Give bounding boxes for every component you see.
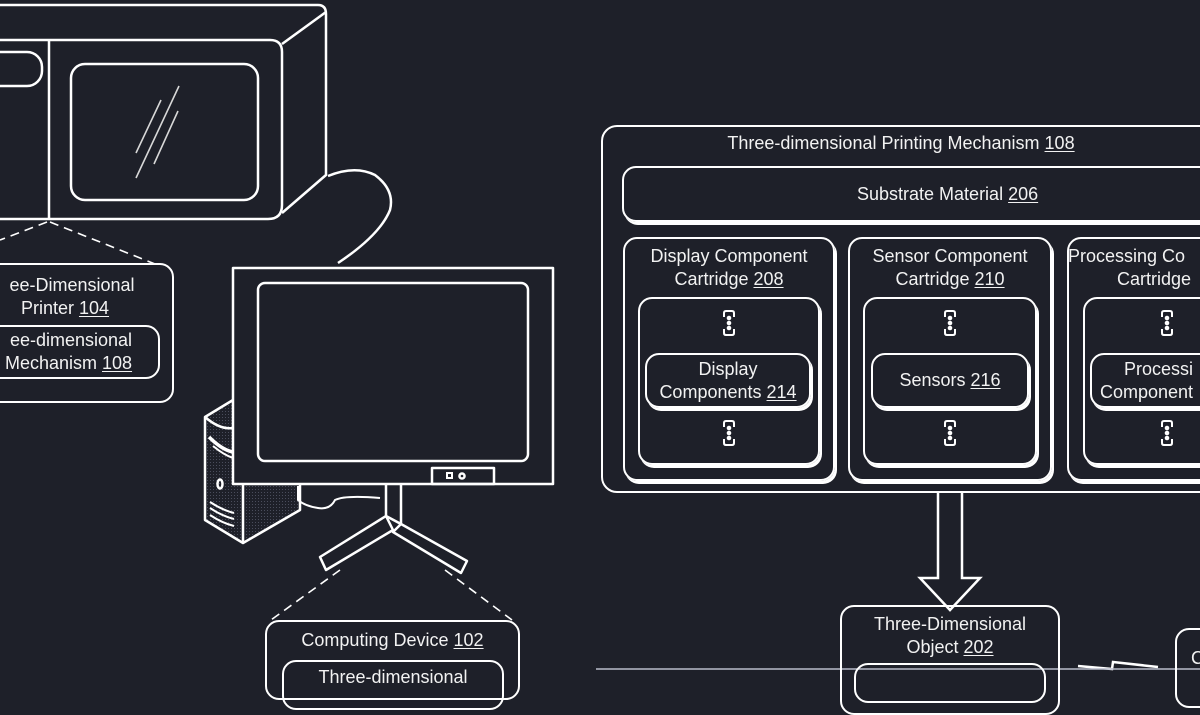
printer-callout-title: ee-Dimensional <box>0 274 172 297</box>
object-inner-box <box>854 663 1046 703</box>
printer-callout-leaders <box>0 221 156 265</box>
display-components-ref: 214 <box>766 381 797 402</box>
vertical-ellipsis-icon <box>721 309 737 337</box>
display-components-line2: Components 214 <box>659 381 796 404</box>
printer-ref-number: 104 <box>78 298 110 318</box>
sensor-cartridge-ref: 210 <box>974 269 1005 289</box>
printer-callout-box: ee-Dimensional Printer 104 ee-dimensiona… <box>0 263 174 403</box>
sensors-label-text: Sensors <box>899 370 966 390</box>
display-components-line1: Display <box>698 358 758 379</box>
vertical-ellipsis-icon <box>942 419 958 447</box>
processing-cartridge-line1: Processing Co <box>1068 246 1186 266</box>
sensors-label: Sensors 216 <box>899 369 1000 392</box>
substrate-label: Substrate Material 206 <box>624 183 1200 206</box>
printer-callout-title-line2: Printer 104 <box>0 297 172 320</box>
printer-side-edge <box>281 10 327 46</box>
computing-device-callout-box: Computing Device 102 Three-dimensional <box>265 620 520 710</box>
substrate-material-box: Substrate Material 206 <box>622 166 1200 222</box>
printing-mechanism-box: Three-dimensional Printing Mechanism 108… <box>601 125 1200 493</box>
object-line2-text: Object <box>906 637 959 657</box>
display-cartridge-line1: Display Component <box>650 246 808 266</box>
display-components-box: Display Components 214 <box>645 353 811 408</box>
display-cartridge-ref: 208 <box>753 269 784 289</box>
substrate-ref: 206 <box>1008 183 1039 204</box>
sensor-cartridge-line2-text: Cartridge <box>895 269 970 289</box>
processing-components-box: Processi Component <box>1090 353 1200 408</box>
sensors-box: Sensors 216 <box>871 353 1029 408</box>
substrate-label-text: Substrate Material <box>857 183 1004 204</box>
sensor-cartridge-line1: Sensor Component <box>872 246 1028 266</box>
printer-cable <box>327 169 393 265</box>
monitor-screen <box>256 281 530 463</box>
printer-title-line1: ee-Dimensional <box>9 275 135 295</box>
partial-right-box: C <box>1175 628 1200 708</box>
processing-components-line2: Component <box>1100 381 1194 402</box>
vertical-ellipsis-icon <box>1159 419 1175 447</box>
vertical-ellipsis-icon <box>942 309 958 337</box>
processing-components-line1: Processi <box>1124 358 1194 379</box>
printer-mechanism-ref: 108 <box>102 353 133 373</box>
display-components-line2-text: Components <box>659 381 762 402</box>
printer-window <box>69 62 260 202</box>
printer-display-slot <box>0 50 44 88</box>
display-component-cartridge: Display Component Cartridge 208 Display … <box>623 237 835 481</box>
display-cartridge-line2: Cartridge 208 <box>625 268 833 291</box>
partial-right-box-label: C <box>1191 648 1200 668</box>
printer-title-line2: Printer <box>20 298 74 318</box>
vertical-ellipsis-icon <box>1159 309 1175 337</box>
computing-device-title: Computing Device 102 <box>267 629 518 652</box>
sensors-ref: 216 <box>970 370 1001 390</box>
three-dimensional-object-box: Three-Dimensional Object 202 <box>840 605 1060 715</box>
printer-mechanism-inner-box: ee-dimensional g Mechanism 108 <box>0 325 160 379</box>
computing-device-callout-leaders <box>270 569 513 621</box>
display-component-holder: Display Components 214 <box>638 297 820 465</box>
vertical-ellipsis-icon <box>721 419 737 447</box>
computing-device-inner-box: Three-dimensional <box>282 660 504 710</box>
processing-cartridge-line2: Cartridge <box>1117 269 1192 289</box>
printer-mechanism-text-2: g Mechanism <box>0 353 97 373</box>
sensor-cartridge-line2: Cartridge 210 <box>850 268 1050 291</box>
computing-device-ref: 102 <box>453 630 484 650</box>
processing-component-holder: Processi Component <box>1083 297 1200 465</box>
printer-mechanism-line1: ee-dimensional <box>0 329 132 352</box>
object-line1: Three-Dimensional <box>873 614 1027 634</box>
sensor-component-cartridge: Sensor Component Cartridge 210 Sensors 2… <box>848 237 1052 481</box>
printer-mechanism-text-1: ee-dimensional <box>9 330 133 350</box>
printer-illustration <box>0 3 328 221</box>
printing-mechanism-title-text: Three-dimensional Printing Mechanism <box>727 133 1040 153</box>
computing-device-inner-text: Three-dimensional <box>318 667 468 687</box>
object-ref: 202 <box>963 637 994 657</box>
computing-device-title-text: Computing Device <box>301 630 449 650</box>
printer-window-glare-icon <box>135 85 180 179</box>
wireless-link-icon <box>1077 660 1159 671</box>
printer-mechanism-line2: g Mechanism 108 <box>0 352 132 375</box>
display-cartridge-line2-text: Cartridge <box>674 269 749 289</box>
patent-diagram: ee-Dimensional Printer 104 ee-dimensiona… <box>0 0 1200 715</box>
sensor-component-holder: Sensors 216 <box>863 297 1037 465</box>
down-arrow-icon <box>917 491 983 612</box>
processing-component-cartridge: Processing Co Cartridge Processi Compone… <box>1067 237 1200 481</box>
object-line2: Object 202 <box>842 636 1058 659</box>
printing-mechanism-title: Three-dimensional Printing Mechanism 108 <box>563 132 1200 155</box>
printing-mechanism-ref: 108 <box>1044 133 1075 153</box>
monitor-illustration <box>231 266 555 486</box>
keyboard-cable <box>297 486 381 510</box>
